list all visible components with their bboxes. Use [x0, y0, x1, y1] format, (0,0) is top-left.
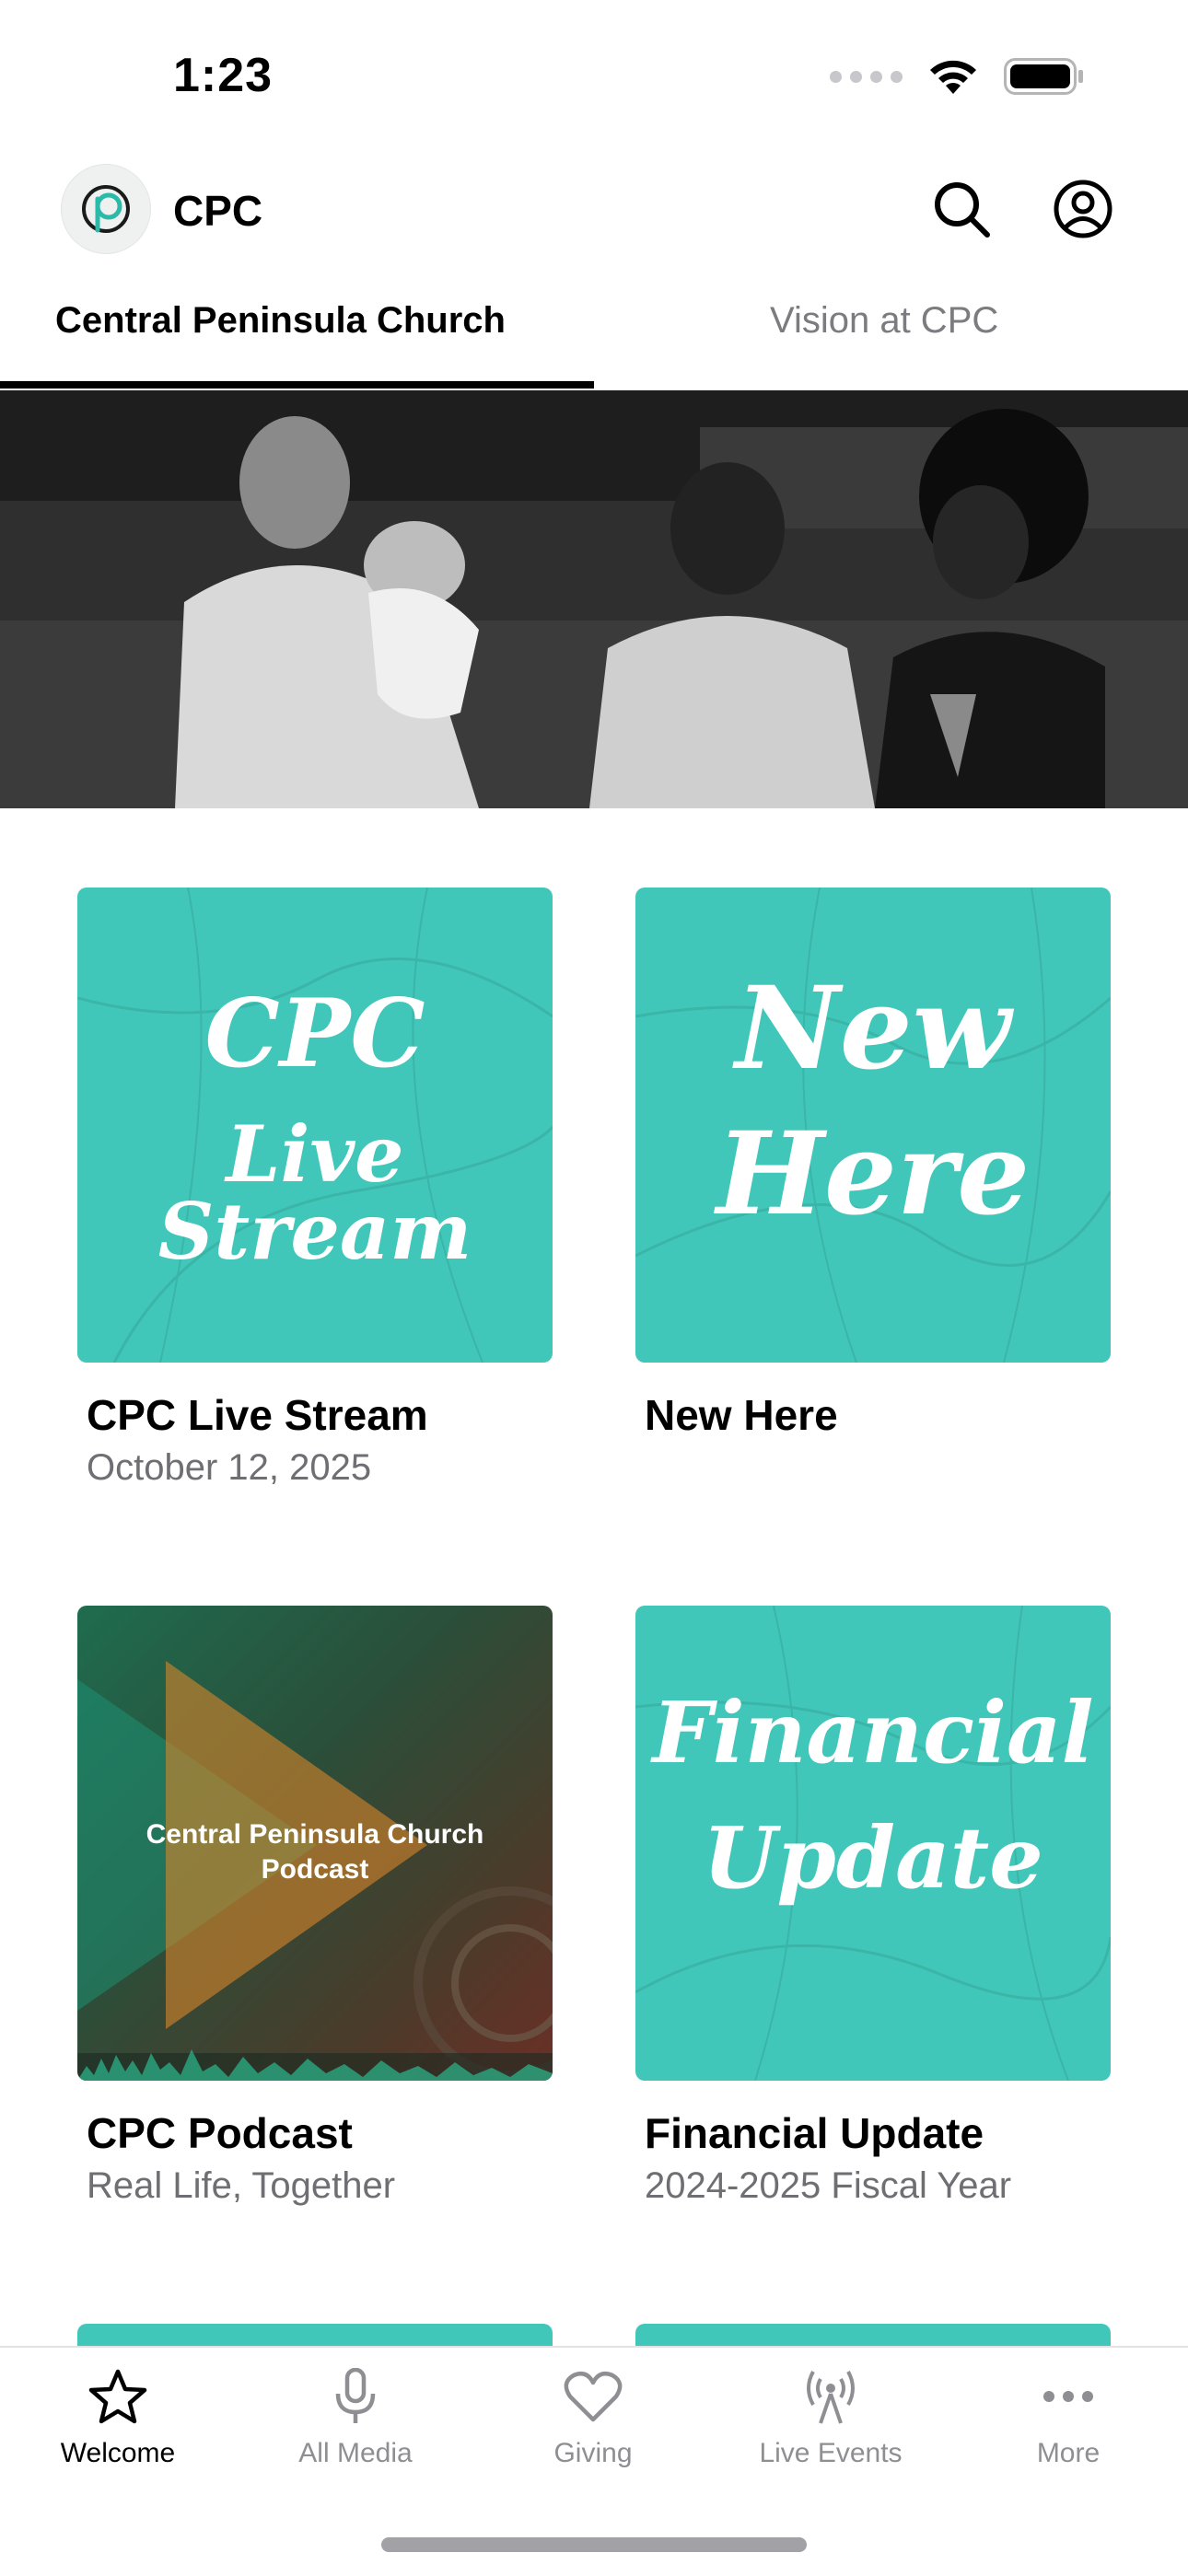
search-button[interactable]: [927, 175, 996, 243]
active-tab-indicator: [0, 381, 594, 389]
tab-label: Live Events: [759, 2438, 903, 2468]
card-subtitle: Real Life, Together: [87, 2165, 396, 2206]
heart-icon: [564, 2372, 623, 2422]
user-profile-icon: [1054, 180, 1112, 238]
card-new-here[interactable]: New Here New Here: [635, 888, 1111, 1447]
status-icons: [830, 57, 1085, 96]
artwork-line-2: Here: [716, 1108, 1031, 1241]
tab-more[interactable]: More: [967, 2368, 1170, 2469]
card-title: CPC Live Stream: [87, 1391, 428, 1439]
hero-image[interactable]: [0, 390, 1188, 808]
ellipsis-icon: [1043, 2391, 1093, 2402]
tab-label: Giving: [553, 2438, 633, 2468]
card-artwork: New Here: [635, 888, 1111, 1363]
card-artwork: Financial Update: [635, 1606, 1111, 2081]
artwork-line-1: Financial: [652, 1683, 1094, 1782]
card-financial-update[interactable]: Financial Update Financial Update 2024-2…: [635, 1606, 1111, 2207]
microphone-icon: [335, 2368, 376, 2423]
card-artwork: CPC Live Stream: [77, 888, 553, 1363]
status-time: 1:23: [173, 49, 274, 102]
card-subtitle: October 12, 2025: [87, 1447, 372, 1488]
artwork-line-2: Update: [703, 1808, 1043, 1908]
card-artwork: Central Peninsula Church Podcast: [77, 1606, 553, 2081]
card-cpc-podcast[interactable]: Central Peninsula Church Podcast CPC Pod…: [77, 1606, 553, 2207]
home-indicator: [381, 2537, 807, 2552]
artwork-line-1: New: [735, 962, 1011, 1096]
search-icon: [935, 182, 990, 238]
church-logo: [61, 164, 151, 254]
card-title: New Here: [645, 1391, 838, 1439]
card-subtitle: 2024-2025 Fiscal Year: [645, 2165, 1012, 2206]
tab-all-media[interactable]: All Media: [254, 2368, 457, 2469]
tab-label: All Media: [298, 2438, 413, 2468]
cellular-signal-icon: [830, 70, 903, 83]
star-icon: [88, 2369, 147, 2424]
account-button[interactable]: [1049, 175, 1117, 243]
tab-label: More: [1036, 2438, 1101, 2468]
artwork-line-1: CPC: [204, 979, 425, 1089]
podcast-artwork-title: Central Peninsula Church Podcast: [77, 1817, 553, 1887]
hero-photo-illustration: [0, 390, 1188, 808]
card-title: Financial Update: [645, 2109, 984, 2157]
tab-vision-at-cpc[interactable]: Vision at CPC: [770, 300, 998, 342]
broadcast-icon: [807, 2371, 855, 2424]
app-title: CPC: [173, 187, 263, 235]
card-title: CPC Podcast: [87, 2109, 353, 2157]
podcast-artwork-line-1: Central Peninsula Church: [146, 1819, 484, 1850]
podcast-artwork-line-2: Podcast: [261, 1854, 369, 1885]
wifi-icon: [930, 60, 976, 94]
cpc-logo-mark: [82, 185, 130, 233]
tab-label: Welcome: [60, 2438, 176, 2468]
tab-live-events[interactable]: Live Events: [729, 2368, 932, 2469]
tab-welcome[interactable]: Welcome: [17, 2368, 219, 2469]
battery-icon: [1004, 58, 1083, 95]
artwork-line-2: Live Stream: [157, 1108, 472, 1277]
tab-giving[interactable]: Giving: [492, 2368, 694, 2469]
card-cpc-live-stream[interactable]: CPC Live Stream CPC Live Stream October …: [77, 888, 553, 1489]
tab-central-peninsula-church[interactable]: Central Peninsula Church: [55, 300, 506, 342]
